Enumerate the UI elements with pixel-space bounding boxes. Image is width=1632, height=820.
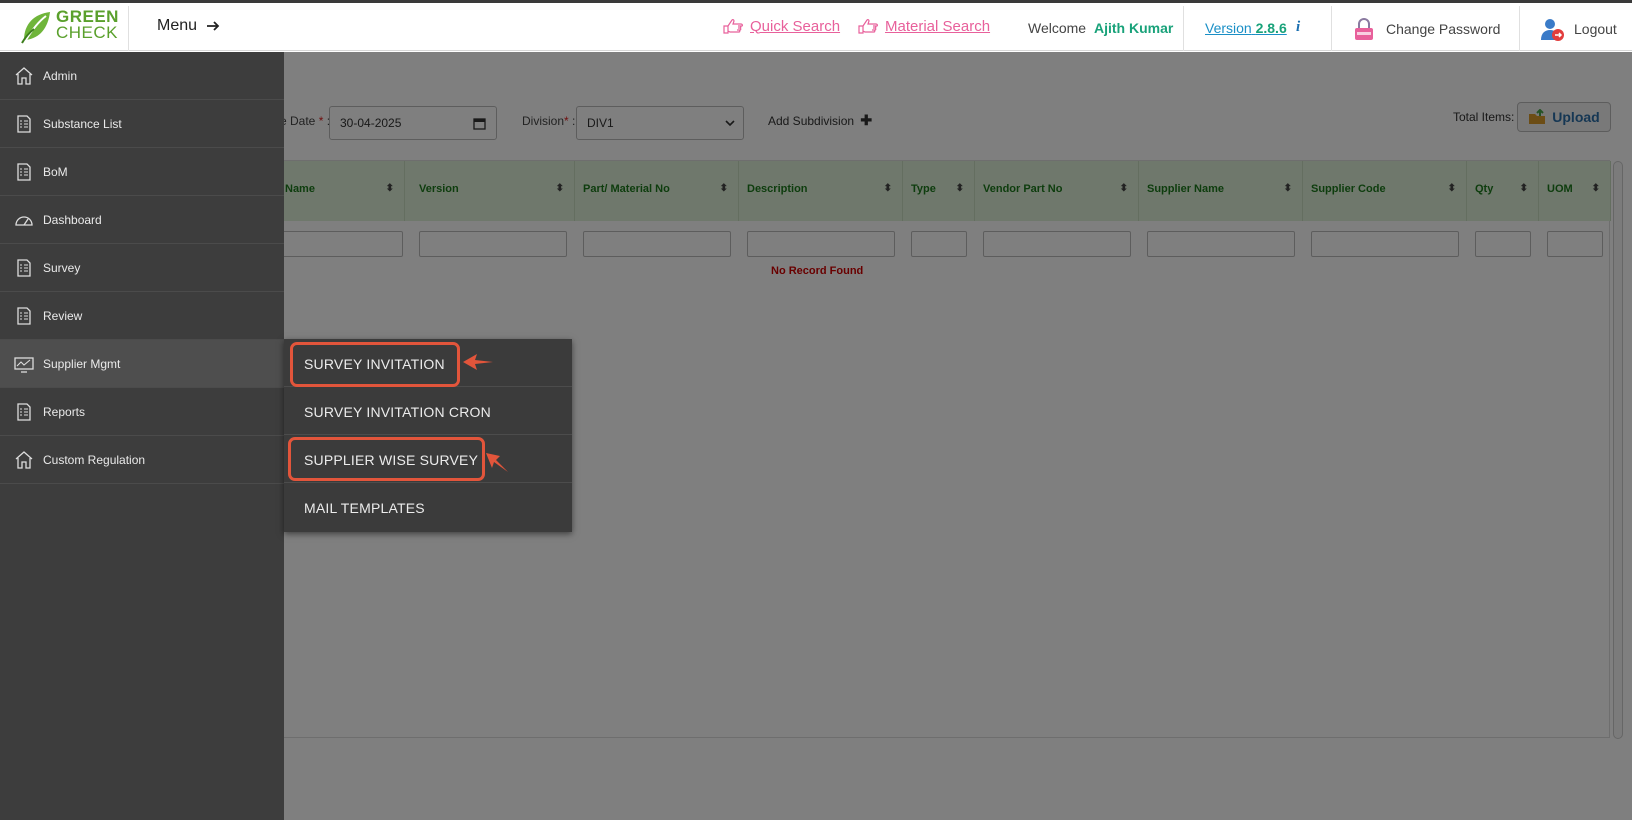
checklist-icon [17, 114, 31, 133]
version-number: 2.8.6 [1255, 20, 1287, 36]
logo[interactable]: GREEN CHECK [18, 7, 128, 47]
submenu-item-survey-invitation-cron[interactable]: SURVEY INVITATION CRON [284, 387, 572, 435]
home-icon [15, 66, 33, 85]
quick-search-label: Quick Search [750, 17, 841, 35]
highlight-box [288, 437, 485, 481]
header-divider [128, 6, 129, 51]
sidebar-item-survey[interactable]: Survey [0, 244, 284, 292]
sidebar-item-admin[interactable]: Admin [0, 52, 284, 100]
user-name: Ajith Kumar [1093, 20, 1174, 36]
header-divider [1331, 6, 1332, 51]
sidebar-item-review[interactable]: Review [0, 292, 284, 340]
submenu-item-mail-templates[interactable]: MAIL TEMPLATES [284, 483, 572, 531]
info-icon[interactable]: i [1296, 19, 1300, 36]
sidebar: Admin Substance List BoM Dashboard Surve… [0, 52, 284, 820]
gauge-icon [15, 215, 33, 226]
home-icon [15, 450, 33, 469]
material-search-label: Material Search [885, 17, 991, 35]
header-divider [1519, 6, 1520, 51]
arrow-right-icon [207, 21, 220, 31]
checklist-icon [17, 162, 31, 181]
pointing-hand-icon [858, 18, 879, 34]
quick-search-link[interactable]: Quick Search [722, 17, 840, 35]
sidebar-item-dashboard[interactable]: Dashboard [0, 196, 284, 244]
checklist-icon [17, 306, 31, 325]
logout-label: Logout [1574, 21, 1617, 37]
change-password-button[interactable]: Change Password [1352, 17, 1500, 41]
logo-line-2: CHECK [56, 23, 119, 42]
lock-icon [1355, 18, 1373, 40]
welcome-text: Welcome Ajith Kumar [1028, 20, 1173, 36]
sidebar-item-bom[interactable]: BoM [0, 148, 284, 196]
material-search-link[interactable]: Material Search [857, 17, 990, 35]
header-divider [1183, 6, 1184, 51]
pointing-hand-icon [723, 18, 744, 34]
leaf-icon [21, 12, 50, 44]
annotation-arrow-icon [486, 453, 508, 472]
change-password-label: Change Password [1386, 21, 1501, 37]
user-logout-icon [1541, 19, 1564, 41]
version-label: Version [1205, 20, 1252, 36]
menu-button[interactable]: Menu [157, 17, 221, 35]
annotation-arrow-icon [463, 354, 493, 370]
menu-label: Menu [157, 17, 198, 34]
header-bar: GREEN CHECK Menu Quick Search Material S… [0, 3, 1632, 51]
checklist-icon [17, 258, 31, 277]
logout-button[interactable]: Logout [1540, 17, 1617, 41]
sidebar-item-supplier-mgmt[interactable]: Supplier Mgmt [0, 340, 284, 388]
sidebar-item-substance-list[interactable]: Substance List [0, 100, 284, 148]
welcome-label: Welcome [1028, 20, 1087, 36]
sidebar-item-custom-regulation[interactable]: Custom Regulation [0, 436, 284, 484]
version-link[interactable]: Version 2.8.6 [1205, 20, 1287, 36]
monitor-chart-icon [14, 356, 34, 373]
checklist-icon [17, 402, 31, 421]
sidebar-item-reports[interactable]: Reports [0, 388, 284, 436]
highlight-box [290, 342, 460, 387]
